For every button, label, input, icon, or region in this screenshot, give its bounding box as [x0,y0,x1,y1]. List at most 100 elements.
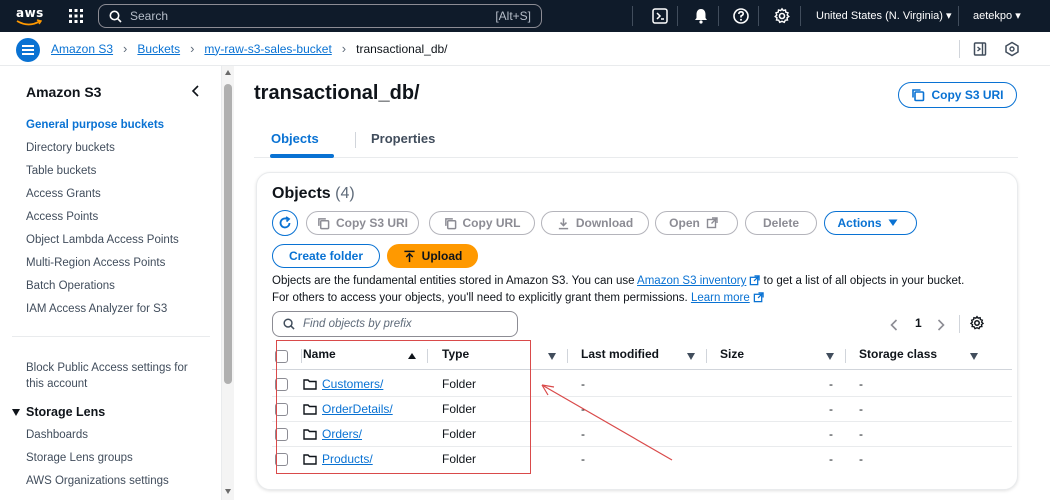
topbar-divider [958,6,959,26]
breadcrumb-bar: Amazon S3 › Buckets › my-raw-s3-sales-bu… [0,32,1050,66]
sort-icon[interactable] [970,353,978,360]
scroll-down-arrow[interactable] [225,489,231,494]
objects-info-text: Objects are the fundamental entities sto… [272,273,1012,306]
gear-icon[interactable] [773,7,791,25]
copy-url-button[interactable]: Copy URL [429,211,535,235]
sidebar-item-batch-operations[interactable]: Batch Operations [26,280,115,292]
sidebar-item-dashboards[interactable]: Dashboards [26,429,88,441]
find-objects-input[interactable]: Find objects by prefix [272,311,518,337]
sidebar-item-table-buckets[interactable]: Table buckets [26,165,96,177]
info-panel-icon[interactable] [972,41,988,57]
aws-logo-text: aws [16,6,44,20]
sidebar-item-directory-buckets[interactable]: Directory buckets [26,142,115,154]
sidebar-item-access-grants[interactable]: Access Grants [26,188,101,200]
sidebar-item-organizations-settings[interactable]: AWS Organizations settings [26,475,169,487]
copy-icon [318,217,330,229]
sidebar-item-access-points[interactable]: Access Points [26,211,98,223]
sidebar-item-general-purpose-buckets[interactable]: General purpose buckets [26,119,164,131]
side-navigation-toggle[interactable] [16,38,40,62]
topbar-divider [632,6,633,26]
breadcrumb-current: transactional_db/ [356,41,448,56]
page-number[interactable]: 1 [915,316,922,330]
breadcrumb-separator: › [341,41,347,56]
learn-more-link[interactable]: Learn more [691,292,750,304]
block-public-access-line2: this account [26,378,88,390]
top-navigation-bar: aws Search [Alt+S] United States (N. Vir… [0,0,1050,32]
search-shortcut: [Alt+S] [495,9,531,23]
scroll-up-arrow[interactable] [225,70,231,75]
search-icon [283,318,295,330]
breadcrumb-separator: › [190,41,195,56]
upload-label: Upload [421,249,463,263]
copy-s3-uri-action-label: Copy S3 URI [335,216,408,230]
tab-properties[interactable]: Properties [371,131,435,146]
sort-icon[interactable] [687,353,695,360]
open-button[interactable]: Open [655,211,738,235]
sidebar-item-storage-lens-groups[interactable]: Storage Lens groups [26,452,133,464]
refresh-button[interactable] [272,210,298,236]
help-icon[interactable] [732,7,750,25]
copy-s3-uri-action-button[interactable]: Copy S3 URI [306,211,419,235]
info-line2-pre: For others to access your objects, you'l… [272,291,691,304]
objects-title-text: Objects [272,185,331,202]
account-menu[interactable]: aetekpo ▾ [973,9,1021,22]
sidebar-item-multi-region-access-points[interactable]: Multi-Region Access Points [26,257,165,269]
s3-inventory-link[interactable]: Amazon S3 inventory [637,275,746,287]
objects-count: (4) [335,185,355,202]
object-size: - [829,427,833,441]
copy-s3-uri-button[interactable]: Copy S3 URI [898,82,1017,108]
sidebar-title[interactable]: Amazon S3 [26,84,101,100]
upload-icon [404,250,415,262]
info-line1-pre: Objects are the fundamental entities sto… [272,275,638,287]
breadcrumb-bucket[interactable]: my-raw-s3-sales-bucket [204,42,331,56]
breadcrumb-buckets[interactable]: Buckets [137,42,180,56]
find-objects-placeholder: Find objects by prefix [303,318,412,330]
breadcrumb: Amazon S3 › Buckets › my-raw-s3-sales-bu… [51,41,448,56]
tab-list: Objects Properties [254,122,1018,158]
chevron-right-icon[interactable] [937,319,945,331]
refresh-icon [279,216,291,229]
services-grid-icon[interactable] [68,8,84,24]
upload-button[interactable]: Upload [387,244,478,268]
gear-icon[interactable] [969,315,985,331]
copy-icon [912,89,925,102]
download-button[interactable]: Download [541,211,649,235]
object-storage-class: - [859,427,863,441]
sidebar-item-object-lambda-access-points[interactable]: Object Lambda Access Points [26,234,179,246]
topbar-divider [758,6,759,26]
actions-dropdown-button[interactable]: Actions [824,211,917,235]
sort-icon[interactable] [548,353,556,360]
pager-divider [959,315,960,333]
open-label: Open [669,216,700,230]
cloudshell-icon[interactable] [651,7,669,25]
sidebar-item-block-public-access[interactable]: Block Public Access settings for this ac… [26,360,188,392]
sidebar-item-iam-access-analyzer[interactable]: IAM Access Analyzer for S3 [26,303,167,315]
sidebar-section-storage-lens[interactable]: Storage Lens [12,405,105,419]
chevron-left-icon[interactable] [190,84,202,98]
create-folder-button[interactable]: Create folder [272,244,380,268]
aws-logo[interactable]: aws [14,4,48,28]
info-line1-post: to get a list of all objects in your buc… [760,275,965,287]
object-storage-class: - [859,377,863,391]
breadcrumb-amazon-s3[interactable]: Amazon S3 [51,42,113,56]
column-header-storage-class[interactable]: Storage class [859,347,937,361]
chevron-left-icon[interactable] [890,319,898,331]
download-label: Download [575,216,634,230]
bell-icon[interactable] [692,7,710,25]
topbar-divider [718,6,719,26]
delete-button[interactable]: Delete [745,211,817,235]
actions-label: Actions [837,216,882,230]
sort-icon[interactable] [826,353,834,360]
scrollbar-thumb[interactable] [224,84,232,384]
info-line-1: Objects are the fundamental entities sto… [272,273,1012,290]
tab-objects[interactable]: Objects [271,131,319,146]
column-header-size[interactable]: Size [720,347,744,361]
sidebar-scrollbar[interactable] [222,66,234,500]
search-icon [109,10,122,23]
feedback-icon[interactable] [1004,41,1020,57]
column-header-last-modified[interactable]: Last modified [581,347,659,361]
column-divider [706,349,707,363]
region-selector[interactable]: United States (N. Virginia) ▾ [816,9,952,22]
search-placeholder: Search [130,9,169,23]
global-search-input[interactable]: Search [Alt+S] [98,4,542,28]
